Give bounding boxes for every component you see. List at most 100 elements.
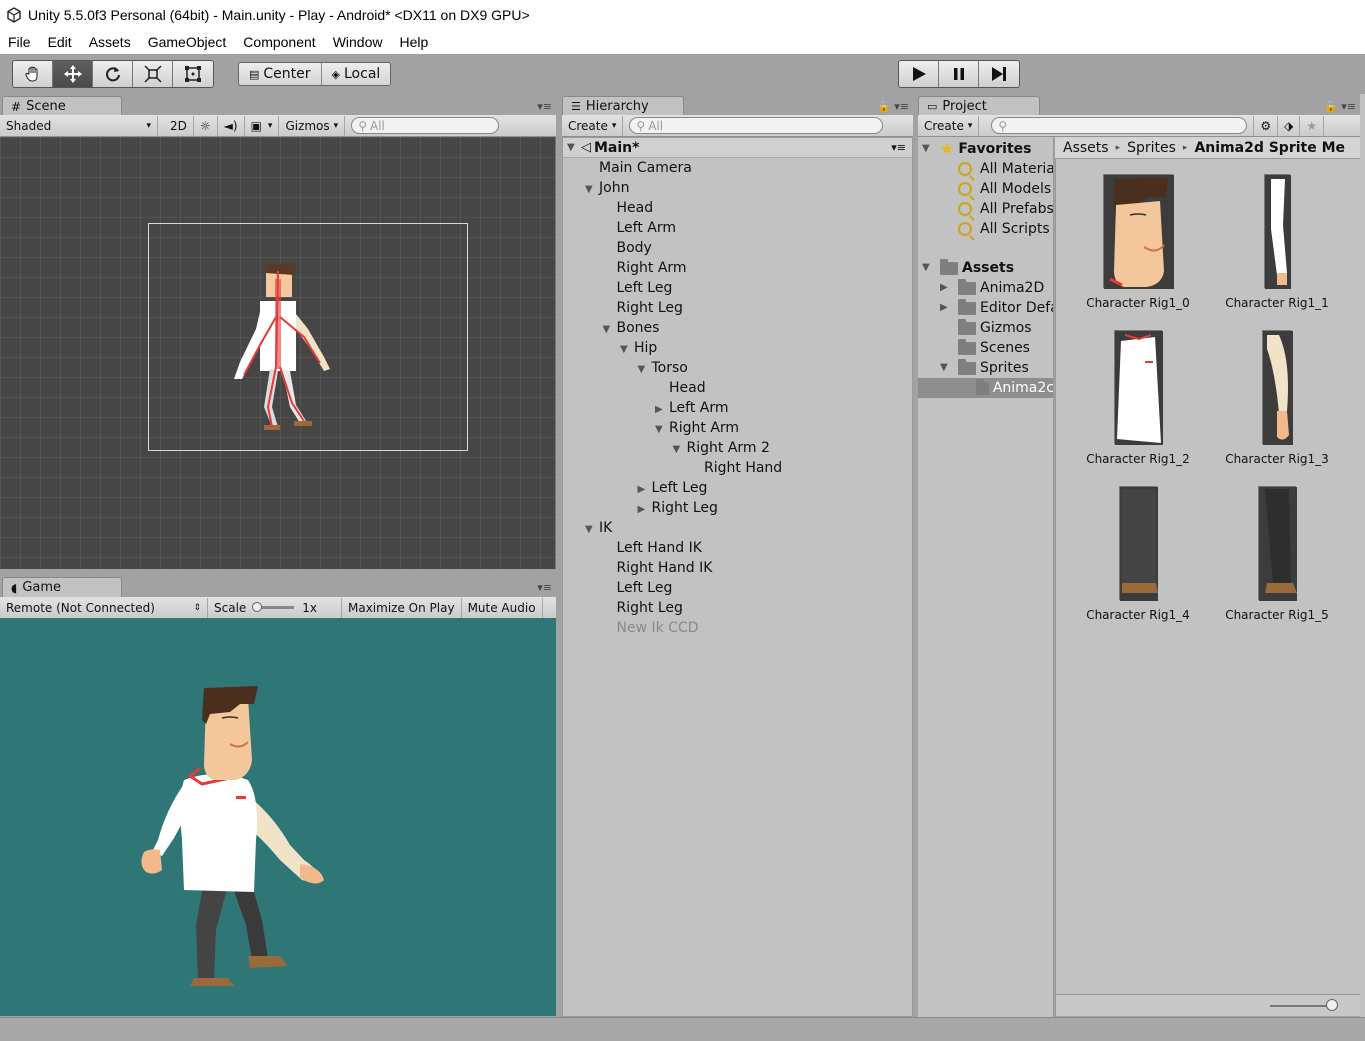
game-panel-menu-icon[interactable]: ▾≡	[537, 581, 552, 594]
scene-panel-menu-icon[interactable]: ▾≡	[537, 100, 552, 113]
hierarchy-search-input[interactable]: ⚲ All	[629, 117, 884, 134]
step-button[interactable]	[979, 61, 1019, 87]
expand-arrow-icon[interactable]: ▼	[620, 340, 630, 360]
breadcrumb-sprites[interactable]: Sprites	[1127, 140, 1176, 156]
hierarchy-item[interactable]: ▼ IK	[585, 518, 612, 538]
move-tool-button[interactable]	[53, 61, 93, 87]
hierarchy-item[interactable]: ▶ Left Leg	[638, 478, 708, 498]
maximize-on-play-toggle[interactable]: Maximize On Play	[342, 597, 462, 618]
scale-tool-button[interactable]	[133, 61, 173, 87]
breadcrumb-assets[interactable]: Assets	[1063, 140, 1109, 156]
character-sprite-scene[interactable]	[220, 257, 350, 442]
collapsed-arrow-icon[interactable]: ▶	[940, 278, 950, 298]
scene-menu-icon[interactable]: ▾≡	[891, 141, 906, 154]
folder-item[interactable]: ▶ Anima2D	[940, 278, 1044, 298]
sprite-asset[interactable]: Character Rig1_4	[1073, 486, 1203, 636]
sprite-asset[interactable]: Character Rig1_5	[1212, 486, 1342, 636]
folder-item[interactable]: Scenes	[940, 338, 1030, 358]
hierarchy-item[interactable]: Left Arm	[603, 218, 677, 238]
menu-file[interactable]: File	[8, 34, 31, 50]
hierarchy-item[interactable]: Right Hand IK	[603, 558, 713, 578]
sprite-asset[interactable]: Character Rig1_3	[1212, 330, 1342, 480]
thumbnail-size-slider[interactable]	[1326, 999, 1338, 1011]
gizmos-dropdown[interactable]: Gizmos ▾	[279, 115, 346, 136]
hierarchy-panel-menu-icon[interactable]: 🔒 ▾≡	[877, 100, 909, 113]
project-panel-menu-icon[interactable]: 🔒 ▾≡	[1324, 100, 1356, 113]
game-viewport[interactable]	[0, 618, 556, 1016]
lighting-toggle[interactable]: ☼	[194, 115, 218, 136]
menu-assets[interactable]: Assets	[89, 34, 131, 50]
expand-arrow-icon[interactable]: ▼	[922, 139, 932, 159]
expand-arrow-icon[interactable]: ▼	[603, 320, 613, 340]
menu-gameobject[interactable]: GameObject	[148, 34, 227, 50]
expand-arrow-icon[interactable]: ▼	[585, 520, 595, 540]
pivot-local-button[interactable]: ◈ Local	[321, 63, 391, 85]
menu-edit[interactable]: Edit	[48, 34, 72, 50]
scale-thumb[interactable]	[252, 602, 263, 612]
hierarchy-item[interactable]: ▼ Torso	[638, 358, 688, 378]
sprite-asset[interactable]: Character Rig1_1	[1212, 174, 1342, 324]
folder-item[interactable]: ▶ Editor Defa	[940, 298, 1053, 318]
collapsed-arrow-icon[interactable]: ▶	[940, 298, 950, 318]
favorite-item[interactable]: All Models	[958, 179, 1051, 199]
expand-arrow-icon[interactable]: ▼	[638, 360, 648, 380]
expand-arrow-icon[interactable]: ▼	[585, 180, 595, 200]
scene-viewport[interactable]	[0, 137, 556, 569]
tab-project[interactable]: ▭ Project	[918, 96, 1040, 116]
filter-by-label-button[interactable]: ⬗	[1278, 115, 1301, 136]
project-create-dropdown[interactable]: Create ▾	[918, 115, 980, 136]
tab-scene[interactable]: # Scene	[2, 96, 122, 116]
hierarchy-create-dropdown[interactable]: Create ▾	[562, 115, 624, 136]
sprite-asset[interactable]: Character Rig1_0	[1073, 174, 1203, 324]
menu-window[interactable]: Window	[333, 34, 383, 50]
hierarchy-item[interactable]: ▶ Right Leg	[638, 498, 718, 518]
hierarchy-item[interactable]: Right Hand	[690, 458, 782, 478]
expand-arrow-icon[interactable]: ▼	[940, 358, 950, 378]
hierarchy-item[interactable]: Right Leg	[603, 598, 683, 618]
2d-toggle[interactable]: 2D	[164, 115, 194, 136]
hierarchy-item[interactable]: ▶ Left Arm	[655, 398, 729, 418]
assets-header[interactable]: ▼ Assets	[922, 258, 1014, 278]
expand-arrow-icon[interactable]: ▼	[655, 420, 665, 440]
play-button[interactable]	[899, 61, 939, 87]
hierarchy-item[interactable]: Right Arm	[603, 258, 687, 278]
favorite-button[interactable]: ★	[1300, 115, 1325, 136]
collapsed-arrow-icon[interactable]: ▶	[638, 480, 648, 500]
tab-hierarchy[interactable]: ☰ Hierarchy	[562, 96, 684, 116]
effects-dropdown[interactable]: ▣ ▾	[245, 115, 280, 136]
menu-component[interactable]: Component	[243, 34, 315, 50]
hierarchy-item[interactable]: ▼ Right Arm 2	[673, 438, 770, 458]
hand-tool-button[interactable]	[13, 61, 53, 87]
collapsed-arrow-icon[interactable]: ▶	[638, 500, 648, 520]
hierarchy-item[interactable]: Left Leg	[603, 578, 673, 598]
hierarchy-item[interactable]: Head	[655, 378, 706, 398]
hierarchy-item[interactable]: ▼ Right Arm	[655, 418, 739, 438]
hierarchy-item[interactable]: ▼ Hip	[620, 338, 657, 358]
hierarchy-item[interactable]: ▼ Bones	[603, 318, 660, 338]
hierarchy-item[interactable]: Left Leg	[603, 278, 673, 298]
filter-by-type-button[interactable]: ⚙	[1253, 115, 1279, 136]
hierarchy-item[interactable]: Body	[603, 238, 652, 258]
folder-item[interactable]: ▼ Sprites	[940, 358, 1029, 378]
scale-slider[interactable]: Scale 1x	[208, 597, 342, 618]
hierarchy-item[interactable]: New Ik CCD	[603, 618, 699, 638]
expand-arrow-icon[interactable]: ▼	[567, 142, 577, 153]
hierarchy-item[interactable]: Right Leg	[603, 298, 683, 318]
tab-game[interactable]: ◖ Game	[2, 577, 122, 597]
pause-button[interactable]	[939, 61, 979, 87]
folder-item[interactable]: Anima2c	[918, 378, 1053, 398]
menu-help[interactable]: Help	[399, 34, 428, 50]
rect-tool-button[interactable]	[173, 61, 213, 87]
expand-arrow-icon[interactable]: ▼	[673, 440, 683, 460]
mute-audio-toggle[interactable]: Mute Audio	[462, 597, 543, 618]
folder-item[interactable]: Gizmos	[940, 318, 1032, 338]
pivot-center-button[interactable]: ▤ Center	[239, 63, 322, 85]
shading-mode-dropdown[interactable]: Shaded ▾	[0, 115, 158, 136]
scene-search-input[interactable]: ⚲ All	[351, 117, 500, 134]
favorite-item[interactable]: All Prefabs	[958, 199, 1053, 219]
expand-arrow-icon[interactable]: ▼	[922, 258, 932, 278]
sprite-asset[interactable]: Character Rig1_2	[1073, 330, 1203, 480]
hierarchy-item[interactable]: Head	[603, 198, 654, 218]
rotate-tool-button[interactable]	[93, 61, 133, 87]
hierarchy-item[interactable]: ▼ John	[585, 178, 629, 198]
